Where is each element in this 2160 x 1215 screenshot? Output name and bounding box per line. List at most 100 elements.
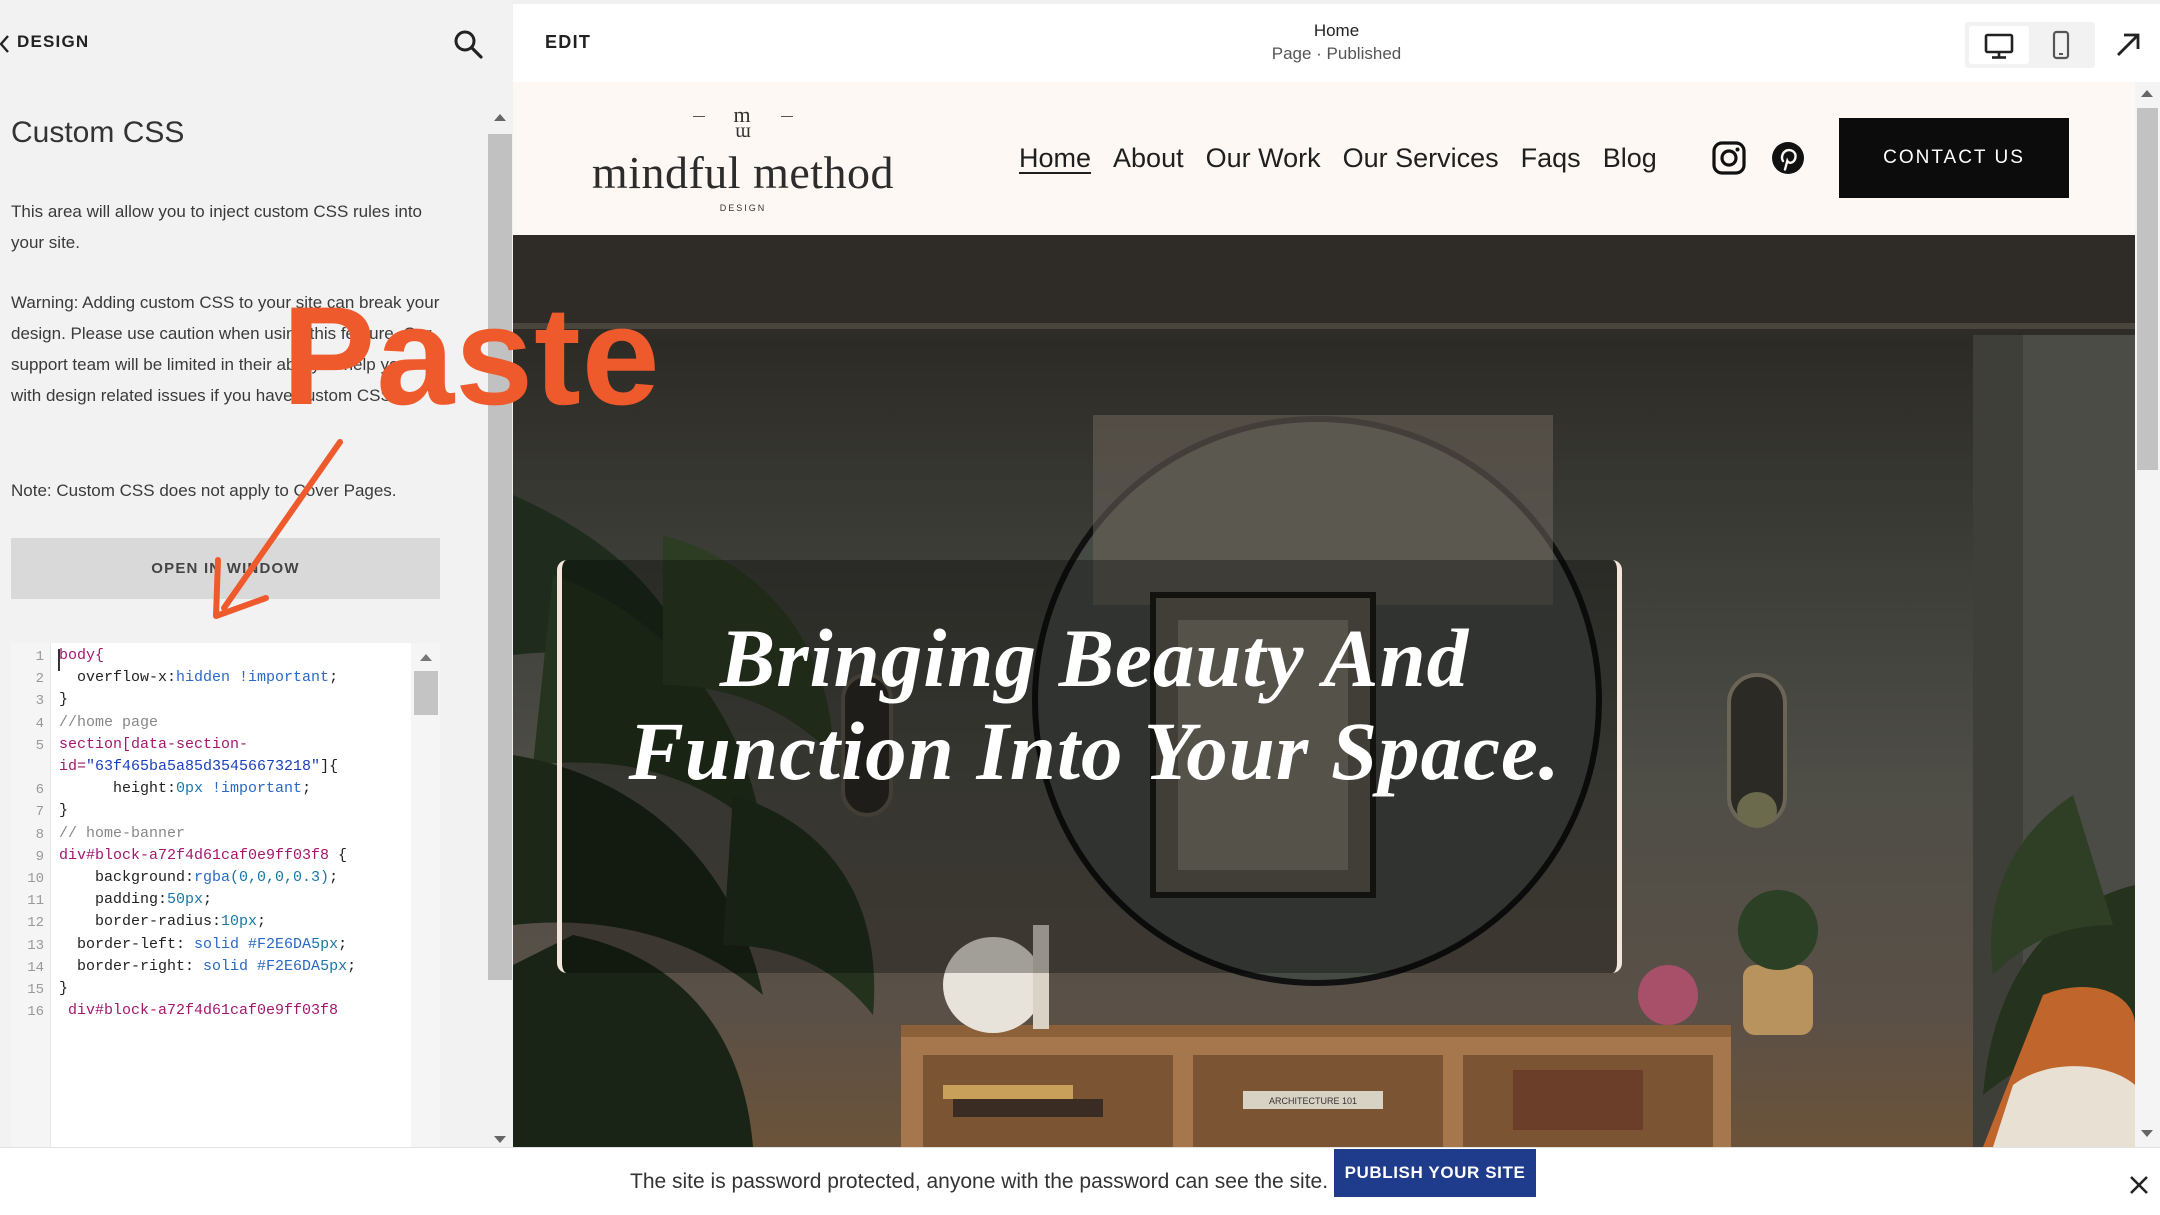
mobile-icon xyxy=(2052,30,2070,60)
code-token: padding: xyxy=(59,891,168,909)
code-token: } xyxy=(59,802,69,820)
line-number: 14 xyxy=(27,959,44,976)
nav-link-our-work[interactable]: Our Work xyxy=(1206,138,1321,178)
panel-scroll-thumb[interactable] xyxy=(488,134,512,980)
search-icon[interactable] xyxy=(452,28,484,60)
preview-scroll-down-arrow[interactable] xyxy=(2141,1130,2153,1137)
panel-intro-text: This area will allow you to inject custo… xyxy=(11,202,422,252)
code-line[interactable]: background:rgba(0,0,0,0.3); xyxy=(59,869,338,886)
panel-scroll-up-arrow[interactable] xyxy=(494,114,506,121)
code-token: id= xyxy=(59,758,87,775)
mobile-view-button[interactable] xyxy=(2031,26,2091,64)
site-preview[interactable]: m ɯ mindful method DESIGN Home About Our W… xyxy=(513,82,2135,1147)
nav-link-blog[interactable]: Blog xyxy=(1603,138,1657,178)
code-token: ; xyxy=(329,869,339,886)
line-number: 4 xyxy=(35,715,44,732)
code-line[interactable]: //home page xyxy=(59,714,158,731)
panel-header: DESIGN xyxy=(0,0,513,84)
hero-text-box: Bringing Beauty And Function Into Your S… xyxy=(557,560,1622,973)
code-line[interactable]: div#block-a72f4d61caf0e9ff03f8 xyxy=(59,1002,338,1019)
code-token: ]{ xyxy=(320,758,339,775)
code-token: ; xyxy=(257,913,267,931)
nav-link-home[interactable]: Home xyxy=(1019,138,1091,178)
line-number: 3 xyxy=(35,693,44,710)
code-token: { xyxy=(329,846,348,864)
page-name: Home xyxy=(1313,21,1360,40)
line-number: 2 xyxy=(35,671,44,688)
code-line[interactable]: div#block-a72f4d61caf0e9ff03f8 { xyxy=(59,847,347,864)
line-number: 7 xyxy=(35,804,44,821)
nav-link-our-services[interactable]: Our Services xyxy=(1343,138,1499,178)
hero-banner: ARCHITECTURE 101 Bringing Beauty And Fun… xyxy=(513,235,2135,1147)
css-code-editor[interactable]: 1 2 3 4 5 6 7 8 9 10 11 12 13 14 15 16 body{ overflow-x… xyxy=(11,643,440,1155)
code-line[interactable]: border-left: solid #F2E6DA5px; xyxy=(59,936,347,953)
code-token: hidden xyxy=(176,669,231,687)
site-header: m ɯ mindful method DESIGN Home About Our W… xyxy=(513,82,2135,235)
code-line[interactable]: body{ xyxy=(59,647,104,664)
code-token: border-radius: xyxy=(59,913,222,931)
preview-scroll-up-arrow[interactable] xyxy=(2141,90,2153,97)
preview-scrollbar[interactable] xyxy=(2135,82,2160,1147)
line-number: 10 xyxy=(27,871,44,887)
code-token: "63f465ba5a85d35456673218" xyxy=(86,758,321,775)
line-number: 11 xyxy=(27,893,44,910)
desktop-icon xyxy=(1984,33,2014,59)
code-line[interactable]: } xyxy=(59,691,68,708)
code-token: 10px xyxy=(221,913,258,931)
code-token: section[data-section- xyxy=(59,735,249,753)
text-cursor xyxy=(58,649,60,671)
code-line[interactable]: height:0px !important; xyxy=(59,780,311,797)
editor-scroll-thumb[interactable] xyxy=(414,671,438,715)
code-line[interactable]: id="63f465ba5a85d35456673218"]{ xyxy=(59,758,338,775)
code-line[interactable]: border-radius:10px; xyxy=(59,913,266,930)
code-line[interactable]: } xyxy=(59,802,68,819)
hero-heading: Bringing Beauty And Function Into Your S… xyxy=(628,612,1561,797)
code-token: rgba xyxy=(194,869,231,886)
code-token: ; xyxy=(347,957,357,975)
banner-message: The site is password protected, anyone w… xyxy=(630,1170,1329,1193)
desktop-view-button[interactable] xyxy=(1969,26,2029,64)
code-token: ; xyxy=(338,935,348,953)
preview-scroll-thumb[interactable] xyxy=(2137,108,2158,470)
paste-annotation: Paste xyxy=(282,277,661,434)
back-to-design-link[interactable]: DESIGN xyxy=(17,32,89,52)
code-line[interactable]: border-right: solid #F2E6DA5px; xyxy=(59,958,356,975)
code-token: } xyxy=(59,691,69,709)
code-token: 0px xyxy=(176,780,204,798)
line-number: 15 xyxy=(27,982,44,998)
code-token: background: xyxy=(59,869,195,886)
editor-top-bar: EDIT Home Page · Published xyxy=(513,0,2160,82)
code-line[interactable]: } xyxy=(59,980,68,997)
editor-scrollbar[interactable] xyxy=(411,643,440,1155)
code-token: solid #F2E6DA xyxy=(185,935,312,953)
line-number-gutter: 1 2 3 4 5 6 7 8 9 10 11 12 13 14 15 16 xyxy=(11,643,51,1155)
panel-scrollbar[interactable] xyxy=(487,108,513,1148)
close-icon[interactable] xyxy=(2128,1174,2150,1196)
publish-site-button[interactable]: PUBLISH YOUR SITE xyxy=(1334,1149,1536,1197)
nav-link-faqs[interactable]: Faqs xyxy=(1521,138,1581,178)
code-line[interactable]: section[data-section- xyxy=(59,736,248,753)
code-token: } xyxy=(59,980,69,997)
editor-scroll-up-arrow[interactable] xyxy=(420,654,432,661)
logo-wordmark: mindful method xyxy=(591,147,895,198)
instagram-icon[interactable] xyxy=(1711,140,1747,176)
panel-scroll-down-arrow[interactable] xyxy=(494,1136,506,1143)
code-token: 50px xyxy=(167,891,204,909)
code-line[interactable]: padding:50px; xyxy=(59,891,212,908)
pinterest-icon[interactable] xyxy=(1770,140,1806,176)
nav-link-about[interactable]: About xyxy=(1113,138,1184,178)
line-number: 1 xyxy=(35,649,44,665)
device-view-toggle xyxy=(1965,22,2095,68)
code-token: 5px xyxy=(320,957,348,975)
line-number: 13 xyxy=(27,937,44,954)
annotation-arrow-icon xyxy=(213,439,343,619)
code-line[interactable]: overflow-x:hidden !important; xyxy=(59,669,338,686)
site-logo[interactable]: m ɯ mindful method DESIGN xyxy=(573,102,913,222)
code-token: overflow-x: xyxy=(59,669,177,687)
code-token: border-left: xyxy=(59,935,186,953)
expand-arrow-icon[interactable] xyxy=(2113,30,2143,60)
contact-us-button[interactable]: CONTACT US xyxy=(1839,118,2069,198)
code-token: ; xyxy=(329,669,339,687)
logo-dash xyxy=(781,116,793,117)
code-line[interactable]: // home-banner xyxy=(59,825,185,842)
